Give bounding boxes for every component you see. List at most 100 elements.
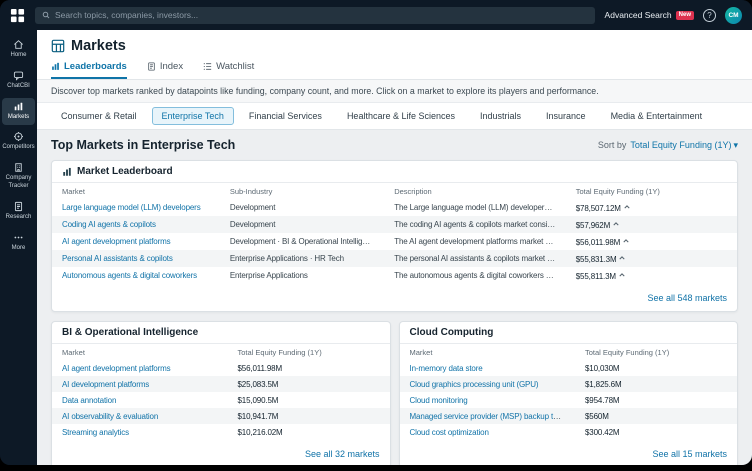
advanced-search-button[interactable]: Advanced Search New [605,10,694,20]
caret-down-icon: ▾ [733,140,738,151]
app-window: Advanced Search New ? CM Home ChatCBI Ma… [0,0,752,465]
sidebar-item-research[interactable]: Research [2,198,35,226]
sidebar-item-competitors[interactable]: Competitors [2,128,35,156]
app-logo-icon[interactable] [10,8,25,23]
funding-value: $56,011.98M [576,238,620,247]
avatar[interactable]: CM [725,7,742,24]
market-link[interactable]: Managed service provider (MSP) backup to… [410,412,568,421]
category-industrials[interactable]: Industrials [470,107,531,125]
funding-value: $55,811.3M [576,272,616,281]
cloud-computing-card: Cloud Computing Market Total Equity Fund… [399,321,739,465]
col-funding: Total Equity Funding (1Y) [566,183,737,199]
table-row[interactable]: AI agent development platforms$56,011.98… [52,360,390,376]
page-header: Markets Leaderboards Index Watchlist [37,30,752,80]
table-row[interactable]: In-memory data store$10,030M [400,360,738,376]
table-row[interactable]: Streaming analytics$10,216.02M [52,424,390,440]
trend-icon [619,271,625,280]
new-badge: New [676,11,694,20]
table-row[interactable]: Autonomous agents & digital coworkers En… [52,267,737,284]
sort-by-label: Sort by [598,140,627,150]
content-area: Top Markets in Enterprise Tech Sort by T… [37,130,752,465]
market-link[interactable]: Cloud graphics processing unit (GPU) [410,380,539,389]
category-healthcare-life-sciences[interactable]: Healthcare & Life Sciences [337,107,465,125]
help-icon[interactable]: ? [703,9,716,22]
page-title: Markets [71,38,126,54]
market-link[interactable]: In-memory data store [410,364,483,373]
card-title: Market Leaderboard [77,166,173,177]
market-leaderboard-card: Market Leaderboard Market Sub-Industry D… [51,160,738,312]
building-icon [13,162,24,173]
chat-icon [13,70,24,81]
document-icon [13,201,24,212]
mini-table: Market Total Equity Funding (1Y) AI agen… [52,344,390,440]
market-link[interactable]: Data annotation [62,396,116,405]
sidebar-item-home[interactable]: Home [2,36,35,64]
market-link[interactable]: Coding AI agents & copilots [62,220,156,229]
advanced-search-label: Advanced Search [605,10,672,20]
market-link[interactable]: AI development platforms [62,380,149,389]
tab-leaderboards[interactable]: Leaderboards [51,61,127,79]
sidebar-item-chatcbi[interactable]: ChatCBI [2,67,35,95]
sidebar-item-markets[interactable]: Markets [2,98,35,126]
category-insurance[interactable]: Insurance [536,107,596,125]
trend-icon [613,220,619,229]
market-link[interactable]: AI observability & evaluation [62,412,158,421]
index-icon [147,62,156,71]
bi-operational-intelligence-card: BI & Operational Intelligence Market Tot… [51,321,391,465]
table-row[interactable]: AI development platforms$25,083.5M [52,376,390,392]
mini-cards-row: BI & Operational Intelligence Market Tot… [51,321,738,465]
table-row[interactable]: Personal AI assistants & copilots Enterp… [52,250,737,267]
sidebar-item-more[interactable]: More [2,229,35,257]
markets-page-icon [51,39,65,53]
funding-value: $57,962M [576,221,610,230]
leaderboard-table: Market Sub-Industry Description Total Eq… [52,183,737,284]
see-all-bi-markets-link[interactable]: See all 32 markets [305,449,380,459]
trend-icon [623,237,629,246]
market-link[interactable]: Large language model (LLM) developers [62,203,201,212]
table-row[interactable]: AI observability & evaluation$10,941.7M [52,408,390,424]
sort-value-dropdown[interactable]: Total Equity Funding (1Y) ▾ [630,140,738,151]
tab-watchlist[interactable]: Watchlist [203,61,254,79]
table-row[interactable]: Managed service provider (MSP) backup to… [400,408,738,424]
funding-value: $55,831.3M [576,255,617,264]
market-link[interactable]: AI agent development platforms [62,237,170,246]
global-search[interactable] [35,7,595,24]
col-sub-industry: Sub-Industry [220,183,384,199]
sidebar: Home ChatCBI Markets Competitors Company… [0,30,37,465]
table-row[interactable]: Large language model (LLM) developers De… [52,199,737,216]
leaderboard-card-icon [62,167,72,177]
market-link[interactable]: AI agent development platforms [62,364,170,373]
market-link[interactable]: Cloud monitoring [410,396,468,405]
tab-index[interactable]: Index [147,61,183,79]
watchlist-icon [203,62,212,71]
category-media-entertainment[interactable]: Media & Entertainment [601,107,713,125]
search-input[interactable] [55,10,588,20]
market-link[interactable]: Streaming analytics [62,428,129,437]
table-row[interactable]: Cloud graphics processing unit (GPU)$1,8… [400,376,738,392]
category-financial-services[interactable]: Financial Services [239,107,332,125]
category-consumer-retail[interactable]: Consumer & Retail [51,107,147,125]
table-row[interactable]: Data annotation$15,090.5M [52,392,390,408]
home-icon [13,39,24,50]
topbar-right: Advanced Search New ? CM [605,7,742,24]
col-market: Market [52,183,220,199]
section-title: Top Markets in Enterprise Tech [51,138,235,152]
sidebar-item-company-tracker[interactable]: Company Tracker [2,159,35,195]
table-row[interactable]: Coding AI agents & copilots Development … [52,216,737,233]
ellipsis-icon [13,232,24,243]
table-row[interactable]: AI agent development platforms Developme… [52,233,737,250]
category-enterprise-tech[interactable]: Enterprise Tech [152,107,234,125]
market-link[interactable]: Personal AI assistants & copilots [62,254,173,263]
funding-value: $78,507.12M [576,204,621,213]
search-icon [42,11,50,19]
col-description: Description [384,183,566,199]
mini-table: Market Total Equity Funding (1Y) In-memo… [400,344,738,440]
market-link[interactable]: Cloud cost optimization [410,428,489,437]
table-row[interactable]: Cloud monitoring$954.78M [400,392,738,408]
trend-icon [619,254,625,263]
market-link[interactable]: Autonomous agents & digital coworkers [62,271,197,280]
main-content: Markets Leaderboards Index Watchlist Dis… [37,30,752,465]
see-all-markets-link[interactable]: See all 548 markets [647,293,727,303]
table-row[interactable]: Cloud cost optimization$300.42M [400,424,738,440]
see-all-cloud-markets-link[interactable]: See all 15 markets [652,449,727,459]
